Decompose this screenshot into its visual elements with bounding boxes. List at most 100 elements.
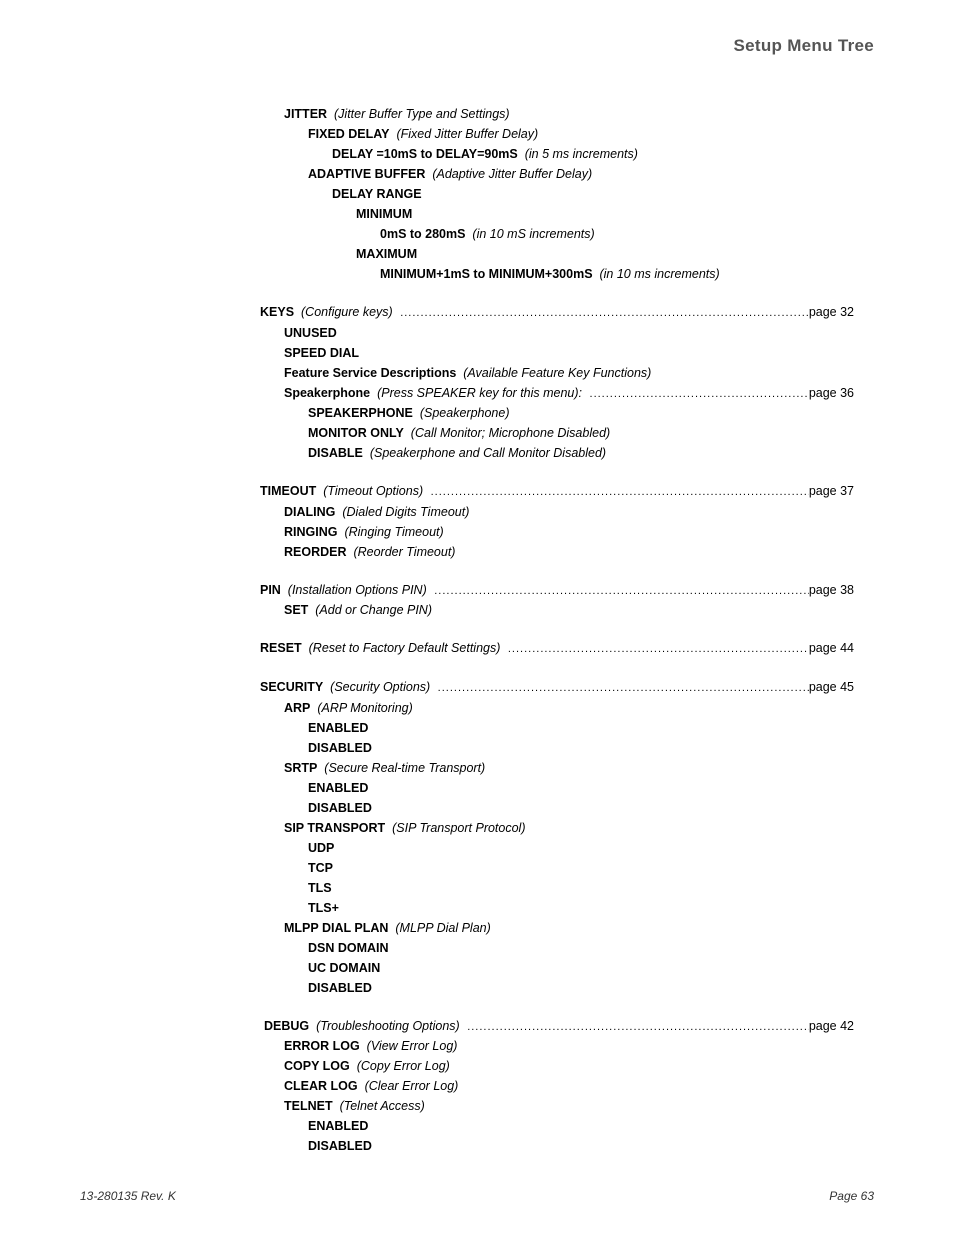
security-srtp-disabled: DISABLED xyxy=(308,798,854,818)
dots xyxy=(586,383,809,404)
keys-row: KEYS (Configure keys) page 32 xyxy=(260,302,854,323)
security-mlpp: MLPP DIAL PLAN (MLPP Dial Plan) xyxy=(284,918,854,938)
jitter-minimum: MINIMUM xyxy=(356,204,854,224)
security-row: SECURITY (Security Options) page 45 xyxy=(260,677,854,698)
desc: (Installation Options PIN) xyxy=(288,583,427,597)
label: SPEAKERPHONE xyxy=(308,406,413,420)
desc: (Copy Error Log) xyxy=(357,1059,450,1073)
page-ref: page 42 xyxy=(809,1016,854,1036)
security-sip-tcp: TCP xyxy=(308,858,854,878)
dots xyxy=(396,302,809,323)
label: SET xyxy=(284,603,308,617)
dots xyxy=(430,580,809,601)
pin-set: SET (Add or Change PIN) xyxy=(284,600,854,620)
label: TELNET xyxy=(284,1099,333,1113)
title: RESET xyxy=(260,641,302,655)
pin-label: PIN (Installation Options PIN) xyxy=(260,580,430,600)
desc: (Reorder Timeout) xyxy=(353,545,455,559)
keys-unused: UNUSED xyxy=(284,323,854,343)
page-ref: page 38 xyxy=(809,580,854,600)
desc: (Fixed Jitter Buffer Delay) xyxy=(396,127,538,141)
timeout-reorder: REORDER (Reorder Timeout) xyxy=(284,542,854,562)
keys-feature: Feature Service Descriptions (Available … xyxy=(284,363,854,383)
label: 0mS to 280mS xyxy=(380,227,465,241)
desc: (Troubleshooting Options) xyxy=(316,1019,460,1033)
footer-left: 13-280135 Rev. K xyxy=(80,1189,176,1203)
title: KEYS xyxy=(260,305,294,319)
label: Feature Service Descriptions xyxy=(284,366,456,380)
keys-sp1: SPEAKERPHONE (Speakerphone) xyxy=(308,403,854,423)
debug-errorlog: ERROR LOG (View Error Log) xyxy=(284,1036,854,1056)
desc: (in 10 ms increments) xyxy=(599,267,719,281)
security-label: SECURITY (Security Options) xyxy=(260,677,434,697)
desc: (Telnet Access) xyxy=(340,1099,425,1113)
desc: (Clear Error Log) xyxy=(365,1079,459,1093)
keys-label: KEYS (Configure keys) xyxy=(260,302,396,322)
jitter-maximum: MAXIMUM xyxy=(356,244,854,264)
title: Speakerphone xyxy=(284,386,370,400)
jitter-title: JITTER (Jitter Buffer Type and Settings) xyxy=(284,104,854,124)
desc: (Secure Real-time Transport) xyxy=(324,761,485,775)
desc: (Ringing Timeout) xyxy=(344,525,443,539)
label: CLEAR LOG xyxy=(284,1079,358,1093)
desc: (MLPP Dial Plan) xyxy=(395,921,490,935)
security-sip-udp: UDP xyxy=(308,838,854,858)
label: DELAY =10mS to DELAY=90mS xyxy=(332,147,518,161)
dots xyxy=(434,677,809,698)
label: MLPP DIAL PLAN xyxy=(284,921,388,935)
label: FIXED DELAY xyxy=(308,127,390,141)
label: DISABLE xyxy=(308,446,363,460)
jitter-fixed: FIXED DELAY (Fixed Jitter Buffer Delay) xyxy=(308,124,854,144)
page-ref: page 36 xyxy=(809,383,854,403)
desc: (Speakerphone and Call Monitor Disabled) xyxy=(370,446,606,460)
page-ref: page 37 xyxy=(809,481,854,501)
security-sip: SIP TRANSPORT (SIP Transport Protocol) xyxy=(284,818,854,838)
debug-telnet: TELNET (Telnet Access) xyxy=(284,1096,854,1116)
desc: (Security Options) xyxy=(330,680,430,694)
dots xyxy=(427,481,809,502)
jitter-min-range: 0mS to 280mS (in 10 mS increments) xyxy=(380,224,854,244)
security-arp: ARP (ARP Monitoring) xyxy=(284,698,854,718)
desc: (ARP Monitoring) xyxy=(317,701,412,715)
reset-row: RESET (Reset to Factory Default Settings… xyxy=(260,638,854,659)
desc: (Call Monitor; Microphone Disabled) xyxy=(411,426,610,440)
keys-speaker-label: Speakerphone (Press SPEAKER key for this… xyxy=(284,383,586,403)
label: DIALING xyxy=(284,505,335,519)
page-header: Setup Menu Tree xyxy=(80,36,874,56)
desc: (Add or Change PIN) xyxy=(315,603,432,617)
label: REORDER xyxy=(284,545,347,559)
keys-sp2: MONITOR ONLY (Call Monitor; Microphone D… xyxy=(308,423,854,443)
page-ref: page 32 xyxy=(809,302,854,322)
desc: (in 10 mS increments) xyxy=(472,227,594,241)
label: SRTP xyxy=(284,761,317,775)
jitter-delay-range: DELAY RANGE xyxy=(332,184,854,204)
timeout-dialing: DIALING (Dialed Digits Timeout) xyxy=(284,502,854,522)
title: TIMEOUT xyxy=(260,484,316,498)
jitter-fixed-range: DELAY =10mS to DELAY=90mS (in 5 ms incre… xyxy=(332,144,854,164)
debug-telnet-disabled: DISABLED xyxy=(308,1136,854,1156)
page-ref: page 44 xyxy=(809,638,854,658)
debug-label: DEBUG (Troubleshooting Options) xyxy=(264,1016,463,1036)
title: DEBUG xyxy=(264,1019,309,1033)
timeout-ringing: RINGING (Ringing Timeout) xyxy=(284,522,854,542)
debug-copylog: COPY LOG (Copy Error Log) xyxy=(284,1056,854,1076)
timeout-label: TIMEOUT (Timeout Options) xyxy=(260,481,427,501)
security-sip-tlsp: TLS+ xyxy=(308,898,854,918)
security-mlpp-dsn: DSN DOMAIN xyxy=(308,938,854,958)
debug-clearlog: CLEAR LOG (Clear Error Log) xyxy=(284,1076,854,1096)
security-arp-disabled: DISABLED xyxy=(308,738,854,758)
security-arp-enabled: ENABLED xyxy=(308,718,854,738)
desc: (Timeout Options) xyxy=(323,484,423,498)
page-ref: page 45 xyxy=(809,677,854,697)
desc: (SIP Transport Protocol) xyxy=(392,821,525,835)
desc: (in 5 ms increments) xyxy=(525,147,638,161)
jitter-adaptive: ADAPTIVE BUFFER (Adaptive Jitter Buffer … xyxy=(308,164,854,184)
security-srtp-enabled: ENABLED xyxy=(308,778,854,798)
security-mlpp-disabled: DISABLED xyxy=(308,978,854,998)
title: PIN xyxy=(260,583,281,597)
label: ADAPTIVE BUFFER xyxy=(308,167,425,181)
debug-row: DEBUG (Troubleshooting Options) page 42 xyxy=(260,1016,854,1037)
menu-tree: JITTER (Jitter Buffer Type and Settings)… xyxy=(80,104,874,1156)
desc: (Press SPEAKER key for this menu): xyxy=(377,386,582,400)
footer-right: Page 63 xyxy=(829,1189,874,1203)
